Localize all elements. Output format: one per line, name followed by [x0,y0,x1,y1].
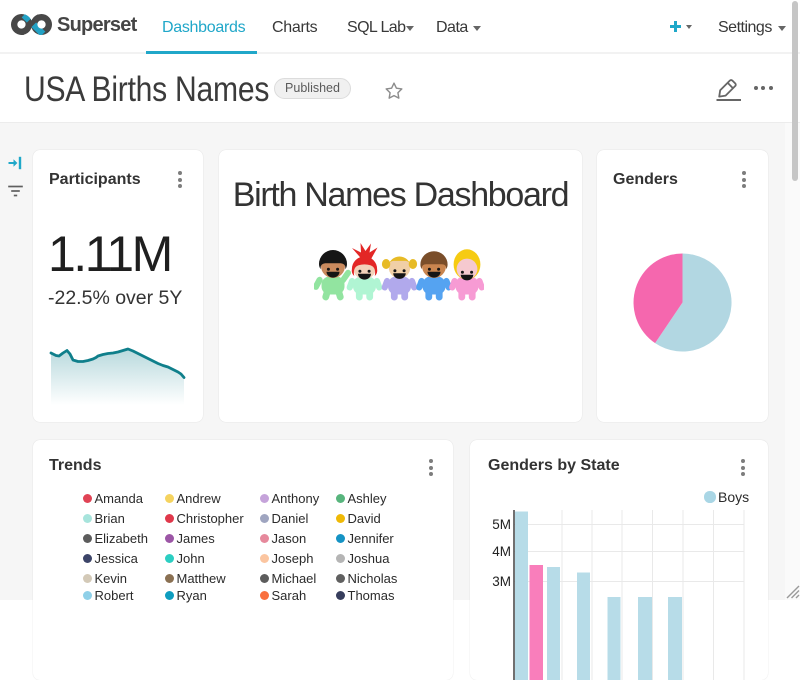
svg-text:4M: 4M [492,544,511,559]
svg-text:3M: 3M [492,574,511,589]
svg-text:5M: 5M [492,517,511,532]
